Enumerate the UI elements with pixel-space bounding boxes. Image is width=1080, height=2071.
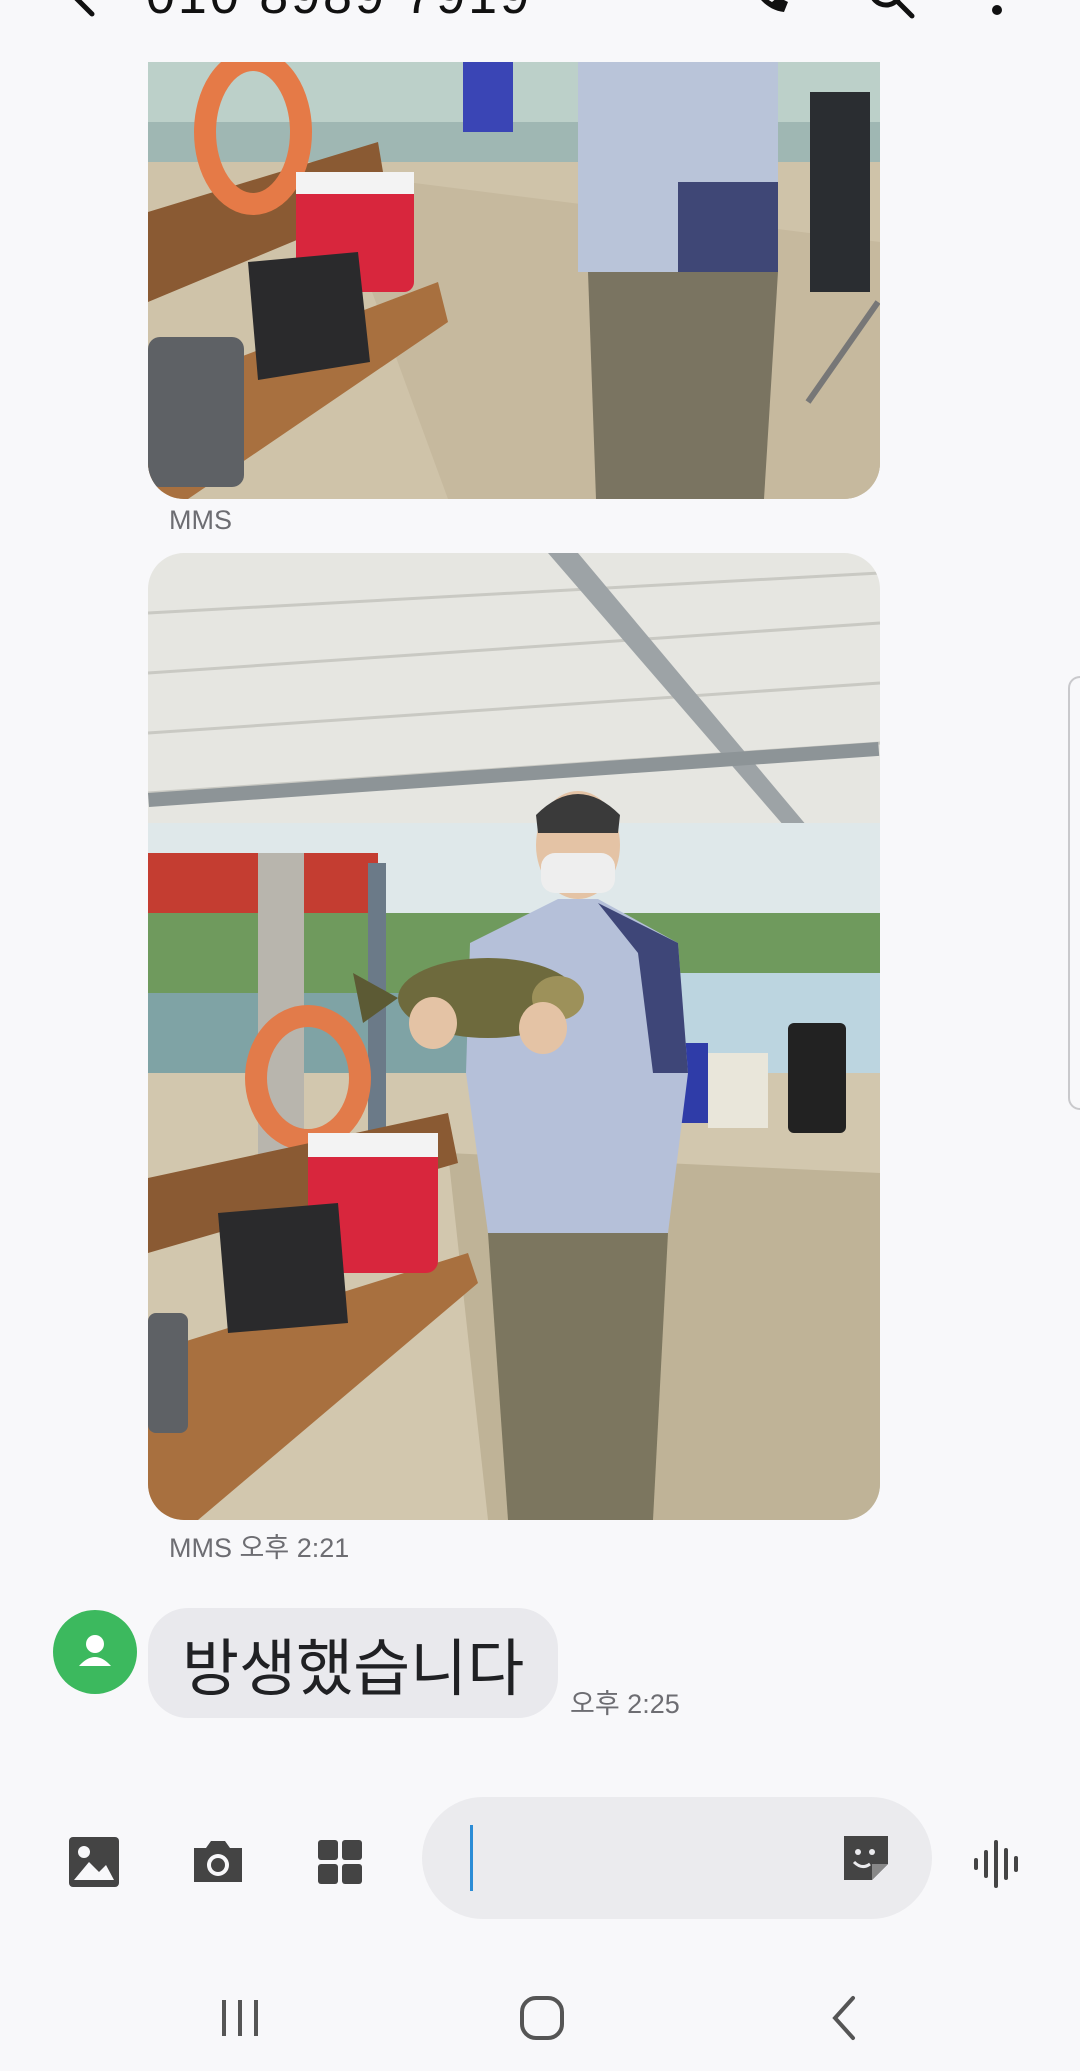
fishing-dock-photo-1	[148, 62, 880, 499]
home-icon[interactable]	[512, 1988, 572, 2048]
message-bubble[interactable]: 방생했습니다	[148, 1608, 559, 1718]
recents-icon[interactable]	[210, 1988, 270, 2048]
message-type-label: MMS	[169, 1533, 232, 1563]
phone-icon[interactable]	[742, 0, 792, 20]
message-time: 오후 2:21	[239, 1533, 350, 1563]
sticker-icon[interactable]	[840, 1832, 892, 1884]
contact-avatar[interactable]	[53, 1610, 137, 1694]
message-time: 오후 2:25	[570, 1689, 680, 1719]
message-input[interactable]	[422, 1797, 932, 1919]
person-icon	[79, 1635, 111, 1666]
mms-photo-1[interactable]	[148, 62, 880, 499]
more-vert-icon[interactable]	[972, 0, 1022, 20]
voice-record-icon[interactable]	[970, 1836, 1026, 1892]
edge-panel-handle[interactable]	[1068, 676, 1080, 1110]
message-type-label: MMS	[169, 505, 232, 535]
contact-title[interactable]: 010 8989 7919	[146, 0, 532, 26]
fishing-dock-photo-2	[148, 553, 880, 1520]
back-arrow-icon[interactable]	[62, 0, 106, 18]
system-nav-bar	[0, 1960, 1080, 2071]
text-caret	[470, 1825, 473, 1891]
gallery-icon[interactable]	[64, 1832, 124, 1892]
apps-grid-icon[interactable]	[310, 1832, 370, 1892]
search-icon[interactable]	[866, 0, 916, 20]
back-icon[interactable]	[815, 1988, 875, 2048]
camera-icon[interactable]	[188, 1832, 248, 1892]
app-header: 010 8989 7919	[0, 0, 1080, 58]
mms-photo-2[interactable]	[148, 553, 880, 1520]
message-meta: MMS 오후 2:21	[169, 1526, 349, 1565]
